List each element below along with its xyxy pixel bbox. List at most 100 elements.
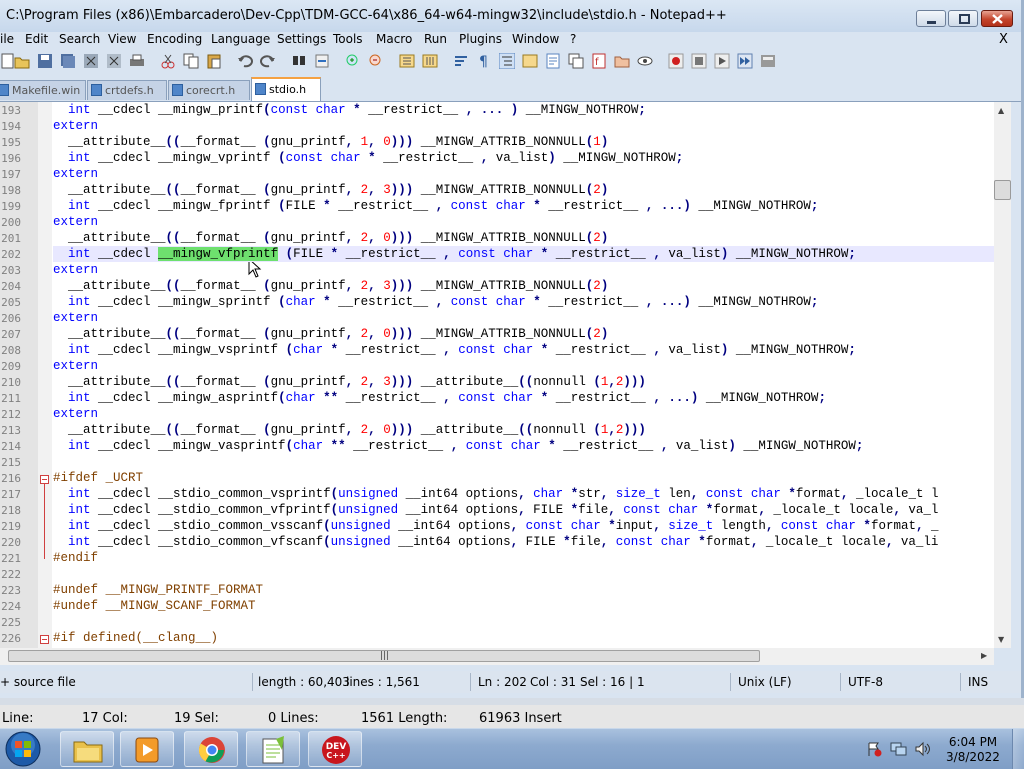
close-button[interactable] <box>981 10 1013 27</box>
code-line[interactable]: int __cdecl __stdio_common_vfscanf(unsig… <box>53 534 994 550</box>
code-line[interactable]: #undef __MINGW_PRINTF_FORMAT <box>53 582 994 598</box>
code-line[interactable] <box>53 566 994 582</box>
menu-tools[interactable]: Tools <box>333 32 363 46</box>
print-icon[interactable] <box>129 53 145 69</box>
code-line[interactable]: extern <box>53 262 994 278</box>
code-line[interactable]: #undef __MINGW_SCANF_FORMAT <box>53 598 994 614</box>
taskbar-chrome-button[interactable] <box>184 731 238 767</box>
code-line[interactable]: extern <box>53 406 994 422</box>
code-line[interactable]: __attribute__((__format__ (gnu_printf, 2… <box>53 374 994 390</box>
code-line[interactable]: extern <box>53 358 994 374</box>
code-line[interactable]: __attribute__((__format__ (gnu_printf, 2… <box>53 422 994 438</box>
code-line[interactable] <box>53 614 994 630</box>
menu-help[interactable]: ? <box>570 32 576 46</box>
scroll-right-icon[interactable]: ▶ <box>981 651 987 660</box>
code-line[interactable]: __attribute__((__format__ (gnu_printf, 1… <box>53 134 994 150</box>
open-file-icon[interactable] <box>14 53 30 69</box>
save-macro-icon[interactable] <box>760 53 776 69</box>
code-line[interactable]: __attribute__((__format__ (gnu_printf, 2… <box>53 182 994 198</box>
code-line[interactable]: extern <box>53 118 994 134</box>
code-line[interactable]: int __cdecl __mingw_asprintf(char ** __r… <box>53 390 994 406</box>
indent-guide-icon[interactable] <box>499 53 515 69</box>
show-all-characters-icon[interactable]: ¶ <box>476 53 492 69</box>
code-line[interactable]: int __cdecl __mingw_vasprintf(char ** __… <box>53 438 994 454</box>
code-line[interactable]: extern <box>53 214 994 230</box>
code-line[interactable]: extern <box>53 310 994 326</box>
fold-toggle-ifdef[interactable] <box>40 475 49 484</box>
menu-window[interactable]: Window <box>512 32 559 46</box>
code-line[interactable]: __attribute__((__format__ (gnu_printf, 2… <box>53 230 994 246</box>
action-center-flag-icon[interactable] <box>866 741 882 757</box>
save-icon[interactable] <box>37 53 53 69</box>
code-line[interactable] <box>53 454 994 470</box>
scroll-down-icon[interactable]: ▼ <box>998 635 1004 644</box>
code-line[interactable]: int __cdecl __stdio_common_vfprintf(unsi… <box>53 502 994 518</box>
menu-view[interactable]: View <box>108 32 136 46</box>
tab-crtdefs[interactable]: crtdefs.h <box>87 80 167 100</box>
vertical-scrollbar[interactable]: ▲ ▼ <box>994 102 1011 648</box>
redo-icon[interactable] <box>260 53 276 69</box>
code-line[interactable]: #endif <box>53 550 994 566</box>
save-all-icon[interactable] <box>60 53 76 69</box>
menu-run[interactable]: Run <box>424 32 447 46</box>
stop-macro-icon[interactable] <box>691 53 707 69</box>
cut-icon[interactable] <box>160 53 176 69</box>
close-all-icon[interactable] <box>106 53 122 69</box>
tab-makefile[interactable]: Makefile.win <box>0 80 86 100</box>
clock[interactable]: 6:04 PM 3/8/2022 <box>944 735 1002 765</box>
text-selection[interactable]: __mingw_vfprintf <box>158 247 279 261</box>
code-line[interactable]: int __cdecl __stdio_common_vsprintf(unsi… <box>53 486 994 502</box>
close-document-button[interactable]: X <box>999 32 1008 47</box>
copy-icon[interactable] <box>183 53 199 69</box>
start-button-icon[interactable] <box>4 731 42 767</box>
code-line[interactable]: __attribute__((__format__ (gnu_printf, 2… <box>53 326 994 342</box>
maximize-button[interactable] <box>948 10 978 27</box>
sync-horizontal-icon[interactable] <box>422 53 438 69</box>
replace-icon[interactable] <box>314 53 330 69</box>
scroll-up-icon[interactable]: ▲ <box>998 106 1004 115</box>
zoom-out-icon[interactable] <box>368 53 384 69</box>
folder-workspace-icon[interactable] <box>614 53 630 69</box>
code-line[interactable]: int __cdecl __mingw_vfprintf (FILE * __r… <box>53 246 994 262</box>
code-line[interactable]: extern <box>53 166 994 182</box>
menu-macro[interactable]: Macro <box>376 32 412 46</box>
title-bar[interactable]: C:\Program Files (x86)\Embarcadero\Dev-C… <box>0 0 1021 32</box>
menu-encoding[interactable]: Encoding <box>147 32 202 46</box>
menu-settings[interactable]: Settings <box>277 32 326 46</box>
taskbar-media-player-button[interactable] <box>120 731 174 767</box>
sync-vertical-icon[interactable] <box>399 53 415 69</box>
record-macro-icon[interactable] <box>668 53 684 69</box>
minimize-button[interactable] <box>916 10 946 27</box>
find-icon[interactable] <box>291 53 307 69</box>
zoom-in-icon[interactable] <box>345 53 361 69</box>
menu-edit[interactable]: Edit <box>25 32 48 46</box>
show-desktop-button[interactable] <box>1012 729 1024 769</box>
volume-icon[interactable] <box>914 741 932 757</box>
fold-margin[interactable] <box>38 102 52 648</box>
monitoring-icon[interactable] <box>637 53 653 69</box>
code-line[interactable]: __attribute__((__format__ (gnu_printf, 2… <box>53 278 994 294</box>
code-line[interactable]: int __cdecl __mingw_fprintf (FILE * __re… <box>53 198 994 214</box>
taskbar-devcpp-button[interactable]: DEV C++ <box>308 731 362 767</box>
vertical-scroll-thumb[interactable] <box>994 180 1011 200</box>
code-line[interactable]: int __cdecl __mingw_vsprintf (char * __r… <box>53 342 994 358</box>
menu-file[interactable]: ile <box>0 32 14 46</box>
tab-stdio[interactable]: stdio.h <box>251 77 321 101</box>
taskbar-explorer-button[interactable] <box>60 731 114 767</box>
paste-icon[interactable] <box>206 53 222 69</box>
fold-toggle-if[interactable] <box>40 635 49 644</box>
word-wrap-icon[interactable] <box>453 53 469 69</box>
code-line[interactable]: int __cdecl __mingw_vprintf (const char … <box>53 150 994 166</box>
function-list-icon[interactable]: f <box>591 53 607 69</box>
code-editor[interactable]: 193 int __cdecl __mingw_printf(const cha… <box>0 102 994 648</box>
horizontal-scrollbar[interactable]: ||| ▶ <box>0 648 994 665</box>
menu-language[interactable]: Language <box>211 32 270 46</box>
doc-list-icon[interactable] <box>568 53 584 69</box>
tab-corecrt[interactable]: corecrt.h <box>168 80 250 100</box>
menu-plugins[interactable]: Plugins <box>459 32 502 46</box>
code-line[interactable]: int __cdecl __mingw_printf(const char * … <box>53 102 994 118</box>
doc-map-icon[interactable] <box>545 53 561 69</box>
taskbar-notepad-plus-plus-button[interactable] <box>246 731 300 767</box>
network-icon[interactable] <box>890 741 908 757</box>
undo-icon[interactable] <box>237 53 253 69</box>
